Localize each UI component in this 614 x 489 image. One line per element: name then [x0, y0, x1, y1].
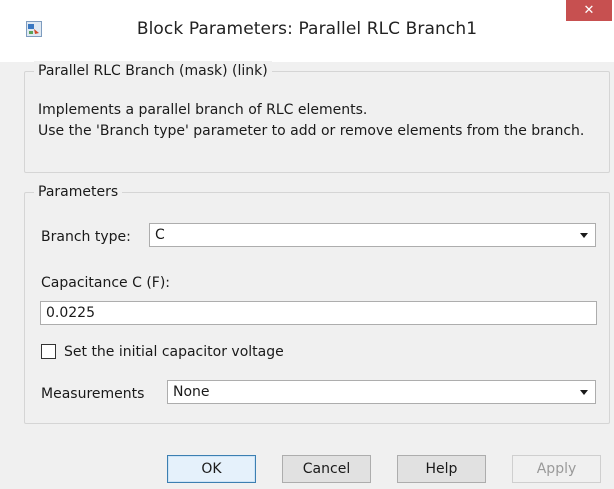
branch-type-value: C	[155, 227, 165, 243]
capacitance-value: 0.0225	[46, 305, 95, 321]
initial-voltage-label[interactable]: Set the initial capacitor voltage	[64, 342, 284, 362]
measurements-label: Measurements	[41, 386, 145, 402]
chevron-down-icon	[580, 233, 588, 238]
block-parameters-dialog: Block Parameters: Parallel RLC Branch1 ✕…	[0, 0, 614, 489]
mask-group-legend: Parallel RLC Branch (mask) (link)	[34, 61, 272, 81]
help-button[interactable]: Help	[397, 455, 486, 483]
chevron-down-icon	[580, 390, 588, 395]
branch-type-dropdown[interactable]: C	[149, 223, 596, 247]
initial-voltage-checkbox[interactable]	[41, 344, 56, 359]
measurements-dropdown[interactable]: None	[167, 380, 596, 404]
branch-type-label: Branch type:	[41, 229, 131, 245]
mask-description-group: Parallel RLC Branch (mask) (link) Implem…	[24, 61, 610, 173]
capacitance-field[interactable]: 0.0225	[40, 301, 597, 325]
parameters-group-legend: Parameters	[34, 182, 123, 202]
title-bar[interactable]: Block Parameters: Parallel RLC Branch1 ✕	[0, 0, 614, 62]
capacitance-label: Capacitance C (F):	[41, 275, 171, 291]
close-icon: ✕	[583, 3, 595, 18]
ok-button[interactable]: OK	[167, 455, 256, 483]
window-title: Block Parameters: Parallel RLC Branch1	[136, 19, 478, 39]
mask-description-text: Implements a parallel branch of RLC elem…	[38, 102, 585, 139]
close-button[interactable]: ✕	[566, 0, 612, 21]
measurements-value: None	[173, 384, 210, 400]
apply-button[interactable]: Apply	[512, 455, 601, 483]
cancel-button[interactable]: Cancel	[282, 455, 371, 483]
